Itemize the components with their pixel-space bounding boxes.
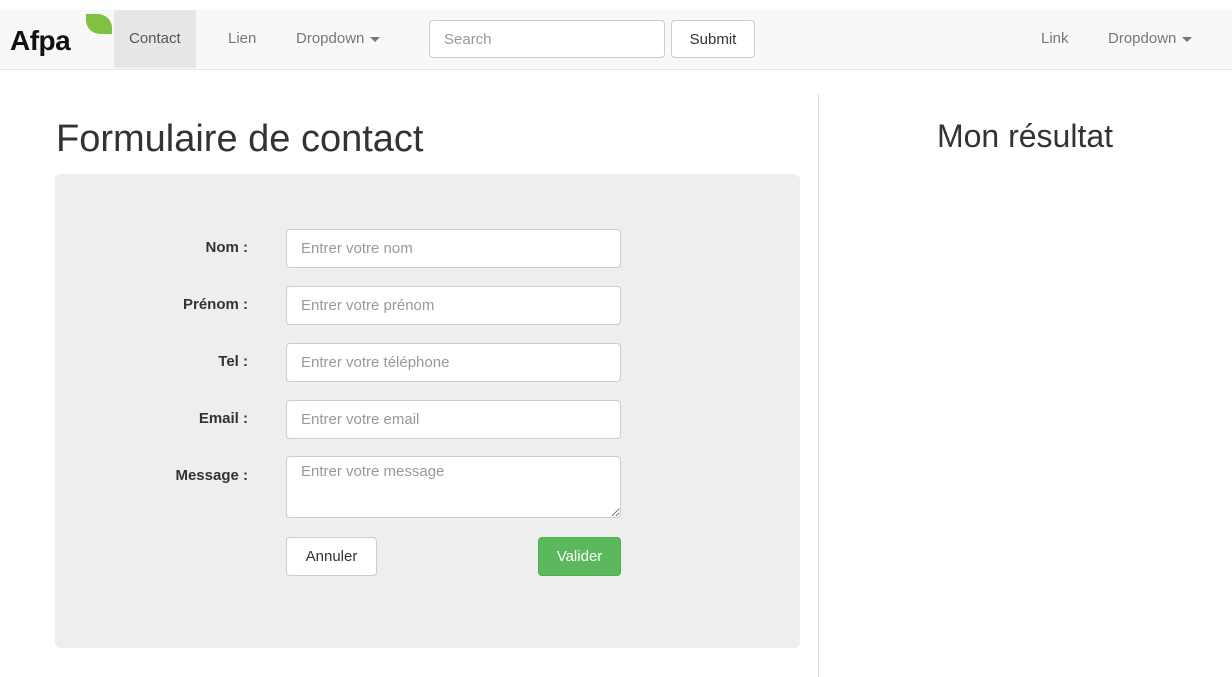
nav-item-label: Link xyxy=(1041,30,1069,47)
nav-item-lien[interactable]: Lien xyxy=(213,10,271,68)
brand-name: Afpa xyxy=(10,25,71,56)
email-label: Email : xyxy=(198,410,248,427)
nav-item-label: Contact xyxy=(129,30,181,47)
search-input[interactable] xyxy=(429,20,665,58)
page-title: Formulaire de contact xyxy=(56,118,424,160)
validate-button[interactable]: Valider xyxy=(538,537,621,576)
nom-label: Nom : xyxy=(205,239,249,256)
nav-item-label: Lien xyxy=(228,30,257,47)
nav-item-label: Dropdown xyxy=(296,30,365,47)
tel-input[interactable] xyxy=(286,343,621,382)
nav-item-label: Dropdown xyxy=(1108,30,1177,47)
cancel-button[interactable]: Annuler xyxy=(286,537,377,576)
prenom-input[interactable] xyxy=(286,286,621,325)
nav-dropdown-left[interactable]: Dropdown xyxy=(281,10,395,68)
result-title: Mon résultat xyxy=(936,118,1114,154)
leaf-icon xyxy=(86,14,112,34)
column-divider xyxy=(818,94,819,677)
message-label: Message : xyxy=(175,467,248,484)
navbar: Afpa Contact Lien Dropdown Submit Link D… xyxy=(0,10,1232,70)
nav-dropdown-right[interactable]: Dropdown xyxy=(1093,10,1207,68)
nav-item-contact[interactable]: Contact xyxy=(114,10,196,68)
search-submit-button[interactable]: Submit xyxy=(671,20,755,58)
email-input[interactable] xyxy=(286,400,621,439)
tel-label: Tel : xyxy=(218,353,248,370)
caret-down-icon xyxy=(370,36,381,42)
nom-input[interactable] xyxy=(286,229,621,268)
brand-logo[interactable]: Afpa xyxy=(10,14,112,66)
caret-down-icon xyxy=(1182,36,1193,42)
message-textarea[interactable] xyxy=(286,456,621,518)
prenom-label: Prénom : xyxy=(182,296,248,313)
nav-item-link[interactable]: Link xyxy=(1026,10,1084,68)
